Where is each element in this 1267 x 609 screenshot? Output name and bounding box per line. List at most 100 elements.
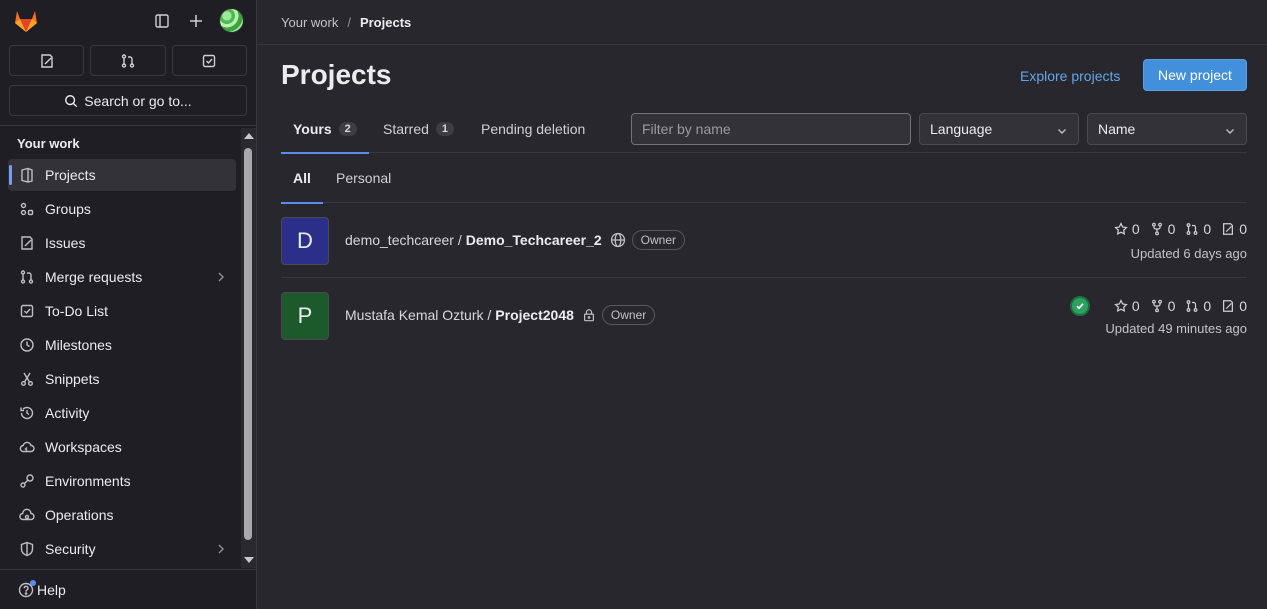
project-icon: [17, 165, 37, 185]
project-row: D demo_techcareer / Demo_Techcareer_2 Ow…: [281, 203, 1247, 278]
project-title[interactable]: demo_techcareer / Demo_Techcareer_2 Owne…: [345, 230, 686, 250]
todos-counter-button[interactable]: [171, 45, 247, 76]
sidebar-toggle-icon[interactable]: [151, 9, 173, 33]
breadcrumb-your-work[interactable]: Your work: [281, 15, 338, 30]
project-name[interactable]: Project2048: [495, 307, 574, 323]
breadcrumb-projects[interactable]: Projects: [360, 15, 411, 30]
project-tabs: Yours 2 Starred 1 Pending deletion Langu…: [281, 105, 1247, 154]
merge-request-icon: [121, 53, 135, 68]
sidebar-item-snippets[interactable]: Snippets: [8, 363, 236, 395]
user-avatar[interactable]: [219, 8, 244, 33]
sidebar-scrollbar[interactable]: [241, 128, 256, 568]
stars-count[interactable]: 0: [1114, 298, 1140, 314]
sidebar: Search or go to... Your work Projects Gr…: [0, 0, 257, 609]
operations-icon: [17, 505, 37, 525]
gitlab-logo-icon[interactable]: [12, 7, 40, 35]
sidebar-item-operations[interactable]: Operations: [8, 499, 236, 531]
project-namespace: Mustafa Kemal Ozturk /: [345, 307, 492, 323]
ownership-tabs: All Personal: [281, 153, 1247, 204]
globe-icon: [610, 232, 626, 248]
sidebar-item-label: Merge requests: [45, 269, 143, 285]
forks-count[interactable]: 0: [1150, 221, 1175, 237]
group-icon: [17, 199, 37, 219]
project-row: P Mustafa Kemal Ozturk / Project2048 Own…: [281, 278, 1247, 353]
sidebar-header: [0, 0, 256, 42]
merge-request-icon: [17, 267, 37, 287]
project-name[interactable]: Demo_Techcareer_2: [466, 232, 602, 248]
sidebar-item-environments[interactable]: Environments: [8, 465, 236, 497]
help-button[interactable]: Help: [0, 569, 256, 609]
merge-requests-counter-button[interactable]: [90, 45, 166, 76]
issues-count[interactable]: 0: [1221, 221, 1247, 237]
issues-counter-button[interactable]: [9, 45, 85, 76]
sort-label: Name: [1098, 121, 1136, 137]
clock-icon: [17, 335, 37, 355]
issues-icon: [1223, 223, 1234, 235]
sidebar-item-todo-list[interactable]: To-Do List: [8, 295, 236, 327]
issues-icon: [17, 233, 37, 253]
sidebar-item-merge-requests[interactable]: Merge requests: [8, 261, 236, 293]
section-title: Your work: [17, 136, 80, 151]
sidebar-item-security[interactable]: Security: [8, 533, 236, 565]
chevron-right-icon: [216, 542, 226, 558]
breadcrumb: Your work / Projects: [257, 0, 1267, 45]
merge-requests-count[interactable]: 0: [1185, 298, 1211, 314]
plus-icon[interactable]: [185, 9, 207, 33]
tab-label: Yours: [293, 120, 332, 137]
search-label: Search or go to...: [84, 92, 192, 109]
project-title[interactable]: Mustafa Kemal Ozturk / Project2048 Owner: [345, 305, 656, 325]
issues-count[interactable]: 0: [1221, 298, 1247, 314]
sidebar-item-projects[interactable]: Projects: [8, 159, 236, 191]
new-project-button[interactable]: New project: [1143, 59, 1247, 91]
language-label: Language: [930, 121, 993, 137]
chevron-down-icon: [1224, 124, 1236, 140]
page-title: Projects: [281, 59, 392, 90]
sidebar-item-label: To-Do List: [45, 303, 109, 319]
tab-starred[interactable]: Starred 1: [383, 105, 455, 153]
sidebar-nav: Projects Groups Issues Merge requests To…: [0, 154, 236, 565]
scroll-up-arrow-icon[interactable]: [244, 133, 254, 139]
sidebar-item-label: Activity: [45, 405, 90, 421]
search-icon: [65, 94, 78, 107]
sidebar-item-groups[interactable]: Groups: [8, 193, 236, 225]
merge-request-icon: [1186, 300, 1198, 312]
role-badge: Owner: [601, 305, 656, 325]
tab-yours[interactable]: Yours 2: [281, 105, 369, 154]
merge-request-icon: [1186, 223, 1198, 235]
sidebar-item-activity[interactable]: Activity: [8, 397, 236, 429]
shield-icon: [17, 539, 37, 559]
sidebar-item-milestones[interactable]: Milestones: [8, 329, 236, 361]
history-icon: [17, 403, 37, 423]
sidebar-item-issues[interactable]: Issues: [8, 227, 236, 259]
forks-count[interactable]: 0: [1150, 298, 1175, 314]
tab-pending-deletion[interactable]: Pending deletion: [481, 105, 585, 153]
star-icon: [1114, 222, 1128, 236]
sidebar-item-label: Environments: [45, 473, 131, 489]
sort-dropdown[interactable]: Name: [1087, 113, 1247, 145]
todo-icon: [203, 54, 216, 67]
sidebar-item-label: Projects: [45, 167, 96, 183]
scroll-down-arrow-icon[interactable]: [244, 557, 254, 563]
count-badge: 1: [435, 122, 455, 136]
tab-all[interactable]: All: [281, 153, 323, 204]
language-dropdown[interactable]: Language: [919, 113, 1079, 145]
pipeline-success-icon[interactable]: [1069, 296, 1090, 316]
project-avatar[interactable]: P: [281, 292, 329, 340]
sidebar-item-label: Operations: [45, 507, 114, 523]
stars-count[interactable]: 0: [1114, 221, 1140, 237]
sidebar-item-label: Security: [45, 541, 96, 557]
sidebar-item-label: Milestones: [45, 337, 112, 353]
star-icon: [1114, 299, 1128, 313]
count-badge: 2: [338, 121, 357, 136]
chevron-down-icon: [1056, 124, 1068, 140]
breadcrumb-separator: /: [347, 14, 351, 30]
scroll-thumb[interactable]: [244, 148, 252, 540]
sidebar-item-workspaces[interactable]: Workspaces: [8, 431, 236, 463]
environment-icon: [17, 471, 37, 491]
tab-personal[interactable]: Personal: [336, 153, 391, 203]
explore-projects-link[interactable]: Explore projects: [1020, 68, 1120, 84]
filter-by-name-input[interactable]: [631, 113, 911, 145]
project-avatar[interactable]: D: [281, 217, 329, 265]
merge-requests-count[interactable]: 0: [1185, 221, 1211, 237]
search-button[interactable]: Search or go to...: [9, 85, 247, 116]
